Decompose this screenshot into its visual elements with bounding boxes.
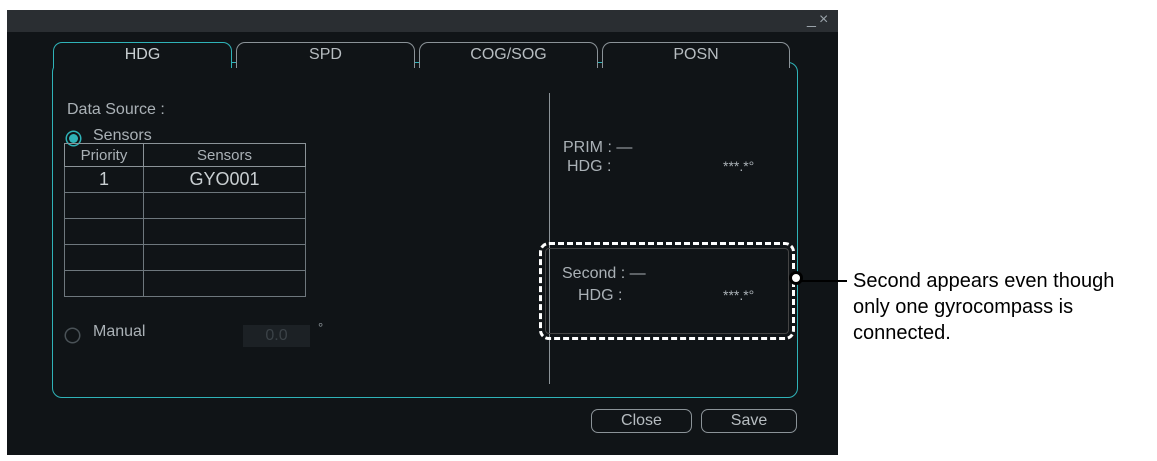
table-row[interactable]	[64, 244, 306, 271]
prim-hdg-label: HDG :	[567, 158, 612, 175]
priority-header: Priority	[64, 143, 144, 167]
sensor-cell	[143, 244, 306, 271]
close-icon[interactable]: ×	[819, 11, 828, 29]
priority-cell	[64, 218, 144, 245]
manual-heading-input[interactable]: 0.0	[243, 325, 310, 347]
prim-label: PRIM : —	[563, 139, 633, 156]
manual-option-label: Manual	[93, 323, 146, 340]
priority-cell	[64, 270, 144, 297]
priority-cell	[64, 192, 144, 219]
sensors-header: Sensors	[143, 143, 306, 167]
second-hdg-label: HDG :	[578, 287, 623, 304]
sensor-priority-table: Priority Sensors 1 GYO001	[64, 143, 306, 297]
table-row[interactable]: 1 GYO001	[64, 166, 306, 193]
sensor-cell	[143, 218, 306, 245]
tab-cog-sog[interactable]: COG/SOG	[419, 42, 598, 68]
minimize-icon[interactable]: _	[807, 11, 816, 29]
sensor-cell	[143, 270, 306, 297]
degree-unit: °	[318, 320, 324, 335]
callout-text: Second appears even though only one gyro…	[853, 270, 1115, 344]
title-bar: _ ×	[7, 10, 838, 32]
priority-cell	[64, 244, 144, 271]
table-row[interactable]	[64, 270, 306, 297]
priority-cell: 1	[64, 166, 144, 193]
table-row[interactable]	[64, 218, 306, 245]
close-button[interactable]: Close	[591, 409, 692, 433]
second-label: Second : —	[562, 265, 646, 282]
sensor-cell: GYO001	[143, 166, 306, 193]
tab-posn[interactable]: POSN	[602, 42, 790, 68]
tab-spd[interactable]: SPD	[236, 42, 415, 68]
divider	[549, 93, 550, 384]
callout-dot-icon	[789, 271, 803, 285]
second-hdg-value: ***.*°	[723, 287, 755, 303]
tab-hdg[interactable]: HDG	[53, 42, 232, 71]
callout-leader-line	[798, 280, 847, 282]
sensor-cell	[143, 192, 306, 219]
sensors-radio[interactable]	[69, 134, 78, 143]
save-button[interactable]: Save	[701, 409, 797, 433]
table-row[interactable]	[64, 192, 306, 219]
data-source-label: Data Source :	[67, 101, 165, 118]
manual-radio[interactable]	[68, 331, 77, 340]
prim-hdg-value: ***.*°	[723, 158, 755, 174]
